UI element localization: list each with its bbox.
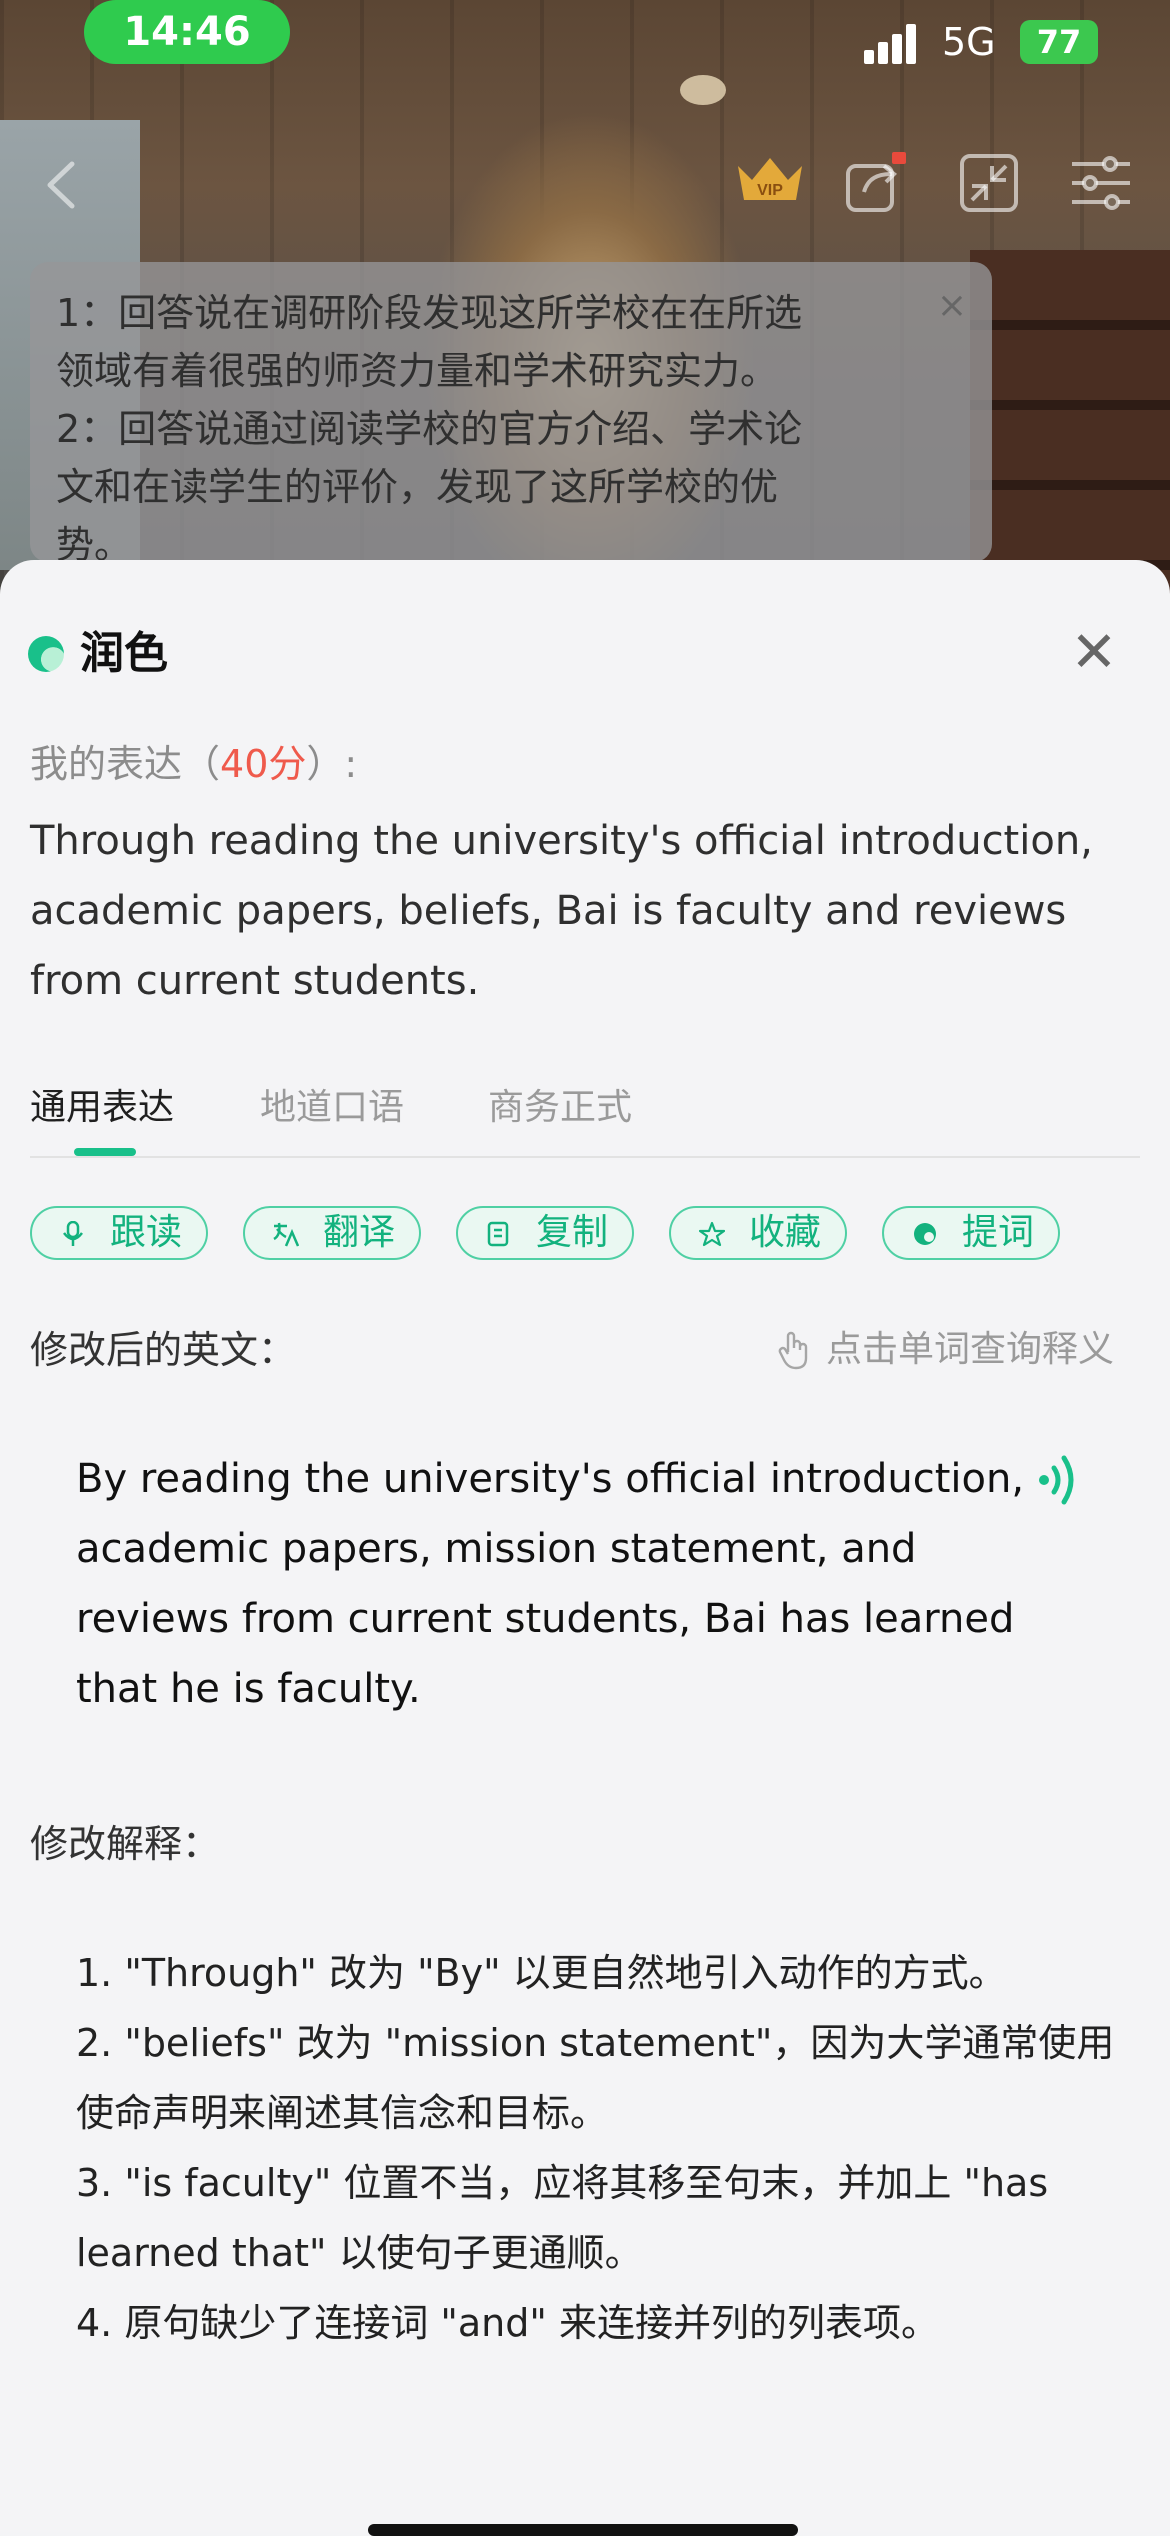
prompt-words-button[interactable]: 提词: [882, 1206, 1060, 1260]
active-tab-indicator: [74, 1148, 136, 1156]
speaker-icon[interactable]: [1036, 1452, 1084, 1508]
explanation-item: 3. "is faculty" 位置不当，应将其移至句末，并加上 "has le…: [76, 2161, 1049, 2275]
back-icon[interactable]: [42, 160, 82, 210]
original-sentence[interactable]: Through reading the university's officia…: [30, 806, 1140, 1016]
polish-logo-icon: [28, 636, 64, 672]
tab-general-expression[interactable]: 通用表达: [30, 1080, 174, 1136]
lookup-hint[interactable]: 点击单词查询释义: [776, 1322, 1114, 1378]
network-label: 5G: [942, 20, 996, 64]
vip-crown-icon[interactable]: VIP: [730, 150, 810, 216]
status-time: 14:46: [84, 0, 290, 64]
revised-english-label: 修改后的英文：: [30, 1328, 297, 1372]
tab-divider: [30, 1156, 1140, 1158]
share-icon[interactable]: [842, 150, 908, 216]
favorite-button[interactable]: 收藏: [669, 1206, 847, 1260]
microphone-icon: [63, 1221, 83, 1246]
explanation-item: 1. "Through" 改为 "By" 以更自然地引入动作的方式。: [76, 1951, 1007, 1995]
prompt-words-label: 提词: [962, 1212, 1035, 1253]
hint-line: 1：回答说在调研阶段发现这所学校在在所选: [56, 291, 803, 335]
close-icon[interactable]: ✕: [1066, 620, 1122, 686]
follow-read-button[interactable]: 跟读: [30, 1206, 208, 1260]
shrink-window-icon[interactable]: [956, 150, 1022, 216]
battery-icon: 77: [1020, 20, 1098, 64]
copy-icon: [487, 1221, 509, 1247]
explanation-list: 1. "Through" 改为 "By" 以更自然地引入动作的方式。 2. "b…: [76, 1938, 1136, 2358]
tab-business-formal[interactable]: 商务正式: [488, 1080, 632, 1136]
favorite-label: 收藏: [749, 1212, 822, 1253]
hint-line: 文和在读学生的评价，发现了这所学校的优: [56, 465, 779, 509]
translate-label: 翻译: [323, 1212, 396, 1253]
my-expression-prefix: 我的表达（: [30, 742, 221, 786]
my-expression-suffix: ）:: [306, 742, 358, 786]
explanation-item: 2. "beliefs" 改为 "mission statement"，因为大学…: [76, 2021, 1115, 2135]
translate-button[interactable]: 翻译: [243, 1206, 421, 1260]
sheet-title: 润色: [80, 628, 168, 679]
signal-icon: [864, 20, 924, 64]
hint-line: 2：回答说通过阅读学校的官方介绍、学术论: [56, 407, 803, 451]
hint-line: 势。: [56, 523, 133, 562]
hint-close-icon[interactable]: ×: [930, 284, 974, 328]
revised-sentence[interactable]: By reading the university's official int…: [76, 1444, 1036, 1724]
home-indicator[interactable]: [368, 2524, 798, 2536]
explanation-label: 修改解释：: [30, 1822, 221, 1866]
translate-icon: [273, 1222, 299, 1247]
hint-panel: 1：回答说在调研阶段发现这所学校在在所选 领域有着很强的师资力量和学术研究实力。…: [30, 262, 992, 562]
lookup-hint-label: 点击单词查询释义: [826, 1329, 1115, 1370]
score-value: 40分: [220, 742, 307, 786]
vip-badge-text: VIP: [757, 182, 783, 199]
background-lamp: [680, 75, 726, 105]
star-icon: [699, 1221, 725, 1247]
settings-sliders-icon[interactable]: [1068, 150, 1134, 216]
explanation-item: 4. 原句缺少了连接词 "and" 来连接并列的列表项。: [76, 2301, 939, 2345]
my-expression-label: 我的表达（40分）:: [30, 736, 357, 792]
follow-read-label: 跟读: [110, 1212, 183, 1253]
battery-level: 77: [1036, 23, 1082, 61]
copy-button[interactable]: 复制: [456, 1206, 634, 1260]
hint-line: 领域有着很强的师资力量和学术研究实力。: [56, 349, 779, 393]
copy-label: 复制: [536, 1212, 609, 1253]
tab-colloquial[interactable]: 地道口语: [260, 1080, 404, 1136]
prompt-icon: [914, 1223, 936, 1245]
